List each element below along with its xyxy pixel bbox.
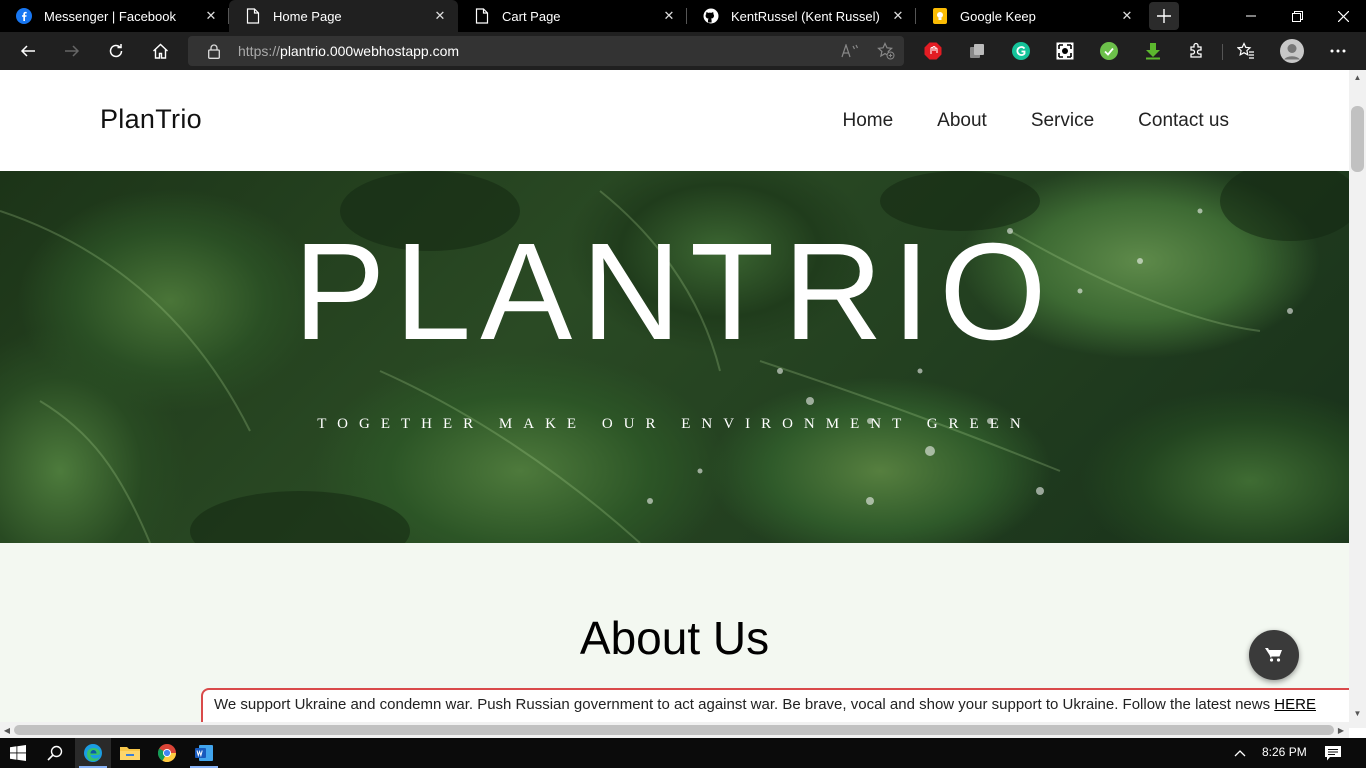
minimize-button[interactable] <box>1228 0 1274 32</box>
tab-messenger[interactable]: Messenger | Facebook ✕ <box>0 0 229 32</box>
scroll-up-arrow-icon[interactable]: ▲ <box>1349 70 1366 84</box>
folder-icon <box>120 747 140 760</box>
page-icon <box>245 8 261 24</box>
banner-text: We support Ukraine and condemn war. Push… <box>214 696 1275 713</box>
cart-button[interactable] <box>1249 630 1299 680</box>
vertical-scroll-thumb[interactable] <box>1351 106 1364 172</box>
tab-title: Cart Page <box>502 8 561 24</box>
about-heading: About Us <box>579 612 770 664</box>
extensions-icon[interactable] <box>1175 32 1219 70</box>
windows-taskbar: 8:26 PM <box>0 738 1366 768</box>
word-icon <box>195 745 213 761</box>
keep-icon <box>932 8 948 24</box>
forward-arrow-icon <box>65 45 80 57</box>
horizontal-scrollbar[interactable]: ◀ ▶ <box>0 722 1349 738</box>
main-nav: Home About Service Contact us <box>842 110 1229 132</box>
collections-extension-icon[interactable] <box>955 32 999 70</box>
tab-google-keep[interactable]: Google Keep ✕ <box>916 0 1145 32</box>
profile-avatar[interactable] <box>1270 32 1314 70</box>
horizontal-scroll-thumb[interactable] <box>14 725 1334 735</box>
vertical-scrollbar[interactable]: ▲ ▼ <box>1349 70 1366 728</box>
action-center-button[interactable] <box>1315 738 1351 768</box>
favorites-icon[interactable] <box>1224 32 1268 70</box>
close-tab-icon[interactable]: ✕ <box>1119 8 1135 24</box>
tab-title: Google Keep <box>960 8 1036 24</box>
tab-cart-page[interactable]: Cart Page ✕ <box>458 0 687 32</box>
hero-subtitle: TOGETHER MAKE OUR ENVIRONMENT GREEN <box>317 416 1032 432</box>
settings-menu-icon[interactable] <box>1316 32 1360 70</box>
plus-icon <box>1157 9 1171 23</box>
url-host: plantrio.000webhostapp.com <box>280 43 460 59</box>
forward-button[interactable] <box>50 32 94 70</box>
banner-link[interactable]: HERE <box>1274 696 1316 713</box>
tab-home-page[interactable]: Home Page ✕ <box>229 0 458 32</box>
scroll-right-arrow-icon[interactable]: ▶ <box>1334 722 1348 738</box>
toolbar-separator <box>1222 44 1223 60</box>
lock-icon[interactable] <box>206 43 222 59</box>
tab-strip: Messenger | Facebook ✕ Home Page ✕ Cart … <box>0 0 1366 32</box>
back-button[interactable] <box>6 32 50 70</box>
chrome-icon <box>158 744 176 762</box>
close-tab-icon[interactable]: ✕ <box>432 8 448 24</box>
tab-title: Home Page <box>273 8 342 24</box>
screenshot-extension-icon[interactable] <box>1043 32 1087 70</box>
download-extension-icon[interactable] <box>1131 32 1175 70</box>
refresh-button[interactable] <box>94 32 138 70</box>
restore-button[interactable] <box>1274 0 1320 32</box>
show-hidden-icons-button[interactable] <box>1222 738 1258 768</box>
window-controls <box>1228 0 1366 32</box>
cart-icon <box>1265 648 1282 662</box>
page-icon <box>474 8 490 24</box>
tab-title: Messenger | Facebook <box>44 8 176 24</box>
chevron-up-icon <box>1234 750 1246 757</box>
site-logo[interactable]: PlanTrio <box>100 104 202 135</box>
close-tab-icon[interactable]: ✕ <box>661 8 677 24</box>
taskbar-word[interactable] <box>186 738 222 768</box>
close-tab-icon[interactable]: ✕ <box>203 8 219 24</box>
edge-icon <box>84 744 102 762</box>
taskbar-chrome[interactable] <box>149 738 185 768</box>
nav-contact-us[interactable]: Contact us <box>1138 110 1229 132</box>
close-tab-icon[interactable]: ✕ <box>890 8 906 24</box>
home-icon <box>152 43 168 59</box>
read-aloud-icon[interactable] <box>832 36 868 66</box>
browser-toolbar: https://plantrio.000webhostapp.com <box>0 32 1366 70</box>
adblock-extension-icon[interactable] <box>911 32 955 70</box>
hero-title: PLANTRIO <box>293 215 1056 369</box>
search-icon <box>47 745 63 761</box>
nav-about[interactable]: About <box>937 110 987 132</box>
tab-title: KentRussel (Kent Russel) <box>731 8 880 24</box>
close-window-button[interactable] <box>1320 0 1366 32</box>
add-favorite-icon[interactable] <box>868 36 904 66</box>
nav-service[interactable]: Service <box>1031 110 1094 132</box>
home-button[interactable] <box>138 32 182 70</box>
github-icon <box>703 8 719 24</box>
refresh-icon <box>109 44 123 58</box>
notification-icon <box>1325 745 1341 760</box>
taskbar-edge[interactable] <box>75 738 111 768</box>
page-viewport: PlanTrio Home About Service Contact us P… <box>0 70 1366 738</box>
url-protocol: https:// <box>238 43 281 59</box>
address-bar[interactable]: https://plantrio.000webhostapp.com <box>188 36 904 66</box>
taskbar-file-explorer[interactable] <box>112 738 148 768</box>
facebook-icon <box>16 8 32 24</box>
url-text[interactable]: https://plantrio.000webhostapp.com <box>238 43 832 59</box>
hero-banner: PLANTRIO TOGETHER MAKE OUR ENVIRONMENT G… <box>0 171 1349 543</box>
search-button[interactable] <box>37 738 73 768</box>
scroll-down-arrow-icon[interactable]: ▼ <box>1349 706 1366 720</box>
nav-home[interactable]: Home <box>842 110 893 132</box>
site-header: PlanTrio Home About Service Contact us <box>0 70 1349 171</box>
start-button[interactable] <box>0 738 36 768</box>
back-arrow-icon <box>20 45 35 57</box>
new-tab-button[interactable] <box>1149 2 1179 30</box>
grammarly-icon[interactable] <box>999 32 1043 70</box>
windows-logo-icon <box>10 745 26 761</box>
green-check-extension-icon[interactable] <box>1087 32 1131 70</box>
scroll-left-arrow-icon[interactable]: ◀ <box>0 722 14 738</box>
tab-github[interactable]: KentRussel (Kent Russel) ✕ <box>687 0 916 32</box>
taskbar-clock[interactable]: 8:26 PM <box>1262 745 1307 759</box>
